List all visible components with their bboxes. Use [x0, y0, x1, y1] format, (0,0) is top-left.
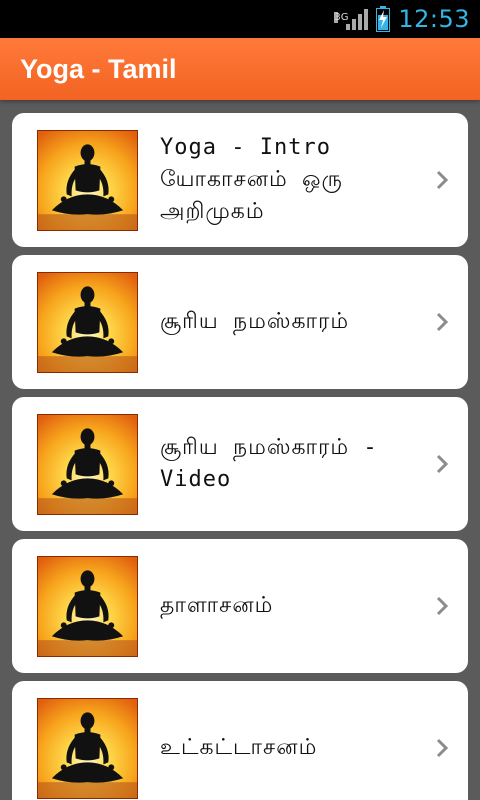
list-item-label: Yoga - Intro யோகாசனம் ஒரு அறிமுகம்: [160, 135, 343, 224]
meditation-thumbnail-icon: [37, 698, 138, 799]
list-item-label: சூரிய நமஸ்காரம் - Video: [160, 435, 378, 492]
meditation-thumbnail-icon: [37, 556, 138, 657]
network-type: 3G: [334, 12, 349, 23]
signal-icon: 3G: [334, 8, 369, 30]
chevron-right-icon: [436, 312, 449, 332]
clock: 12:53: [398, 5, 470, 33]
chevron-right-icon: [436, 738, 449, 758]
status-bar: 3G 12:53: [0, 0, 480, 38]
list-item-surya-namaskaram[interactable]: சூரிய நமஸ்காரம்: [12, 255, 468, 389]
chevron-right-icon: [436, 170, 449, 190]
chevron-right-icon: [436, 596, 449, 616]
list-item-surya-namaskaram-video[interactable]: சூரிய நமஸ்காரம் - Video: [12, 397, 468, 531]
chevron-right-icon: [436, 454, 449, 474]
list-item-label: தாளாசனம்: [160, 593, 274, 618]
meditation-thumbnail-icon: [37, 414, 138, 515]
list-item-utkatasanam[interactable]: உட்கட்டாசனம்: [12, 681, 468, 800]
app-title: Yoga - Tamil: [20, 54, 177, 84]
list-item-talasanam[interactable]: தாளாசனம்: [12, 539, 468, 673]
list-item-yoga-intro[interactable]: Yoga - Intro யோகாசனம் ஒரு அறிமுகம்: [12, 113, 468, 247]
lesson-list[interactable]: Yoga - Intro யோகாசனம் ஒரு அறிமுகம் சூரிய…: [12, 113, 468, 800]
meditation-thumbnail-icon: [37, 130, 138, 231]
battery-charging-icon: [376, 6, 391, 32]
app-bar: Yoga - Tamil: [0, 38, 480, 100]
meditation-thumbnail-icon: [37, 272, 138, 373]
list-item-label: உட்கட்டாசனம்: [160, 735, 318, 760]
list-item-label: சூரிய நமஸ்காரம்: [160, 309, 350, 334]
